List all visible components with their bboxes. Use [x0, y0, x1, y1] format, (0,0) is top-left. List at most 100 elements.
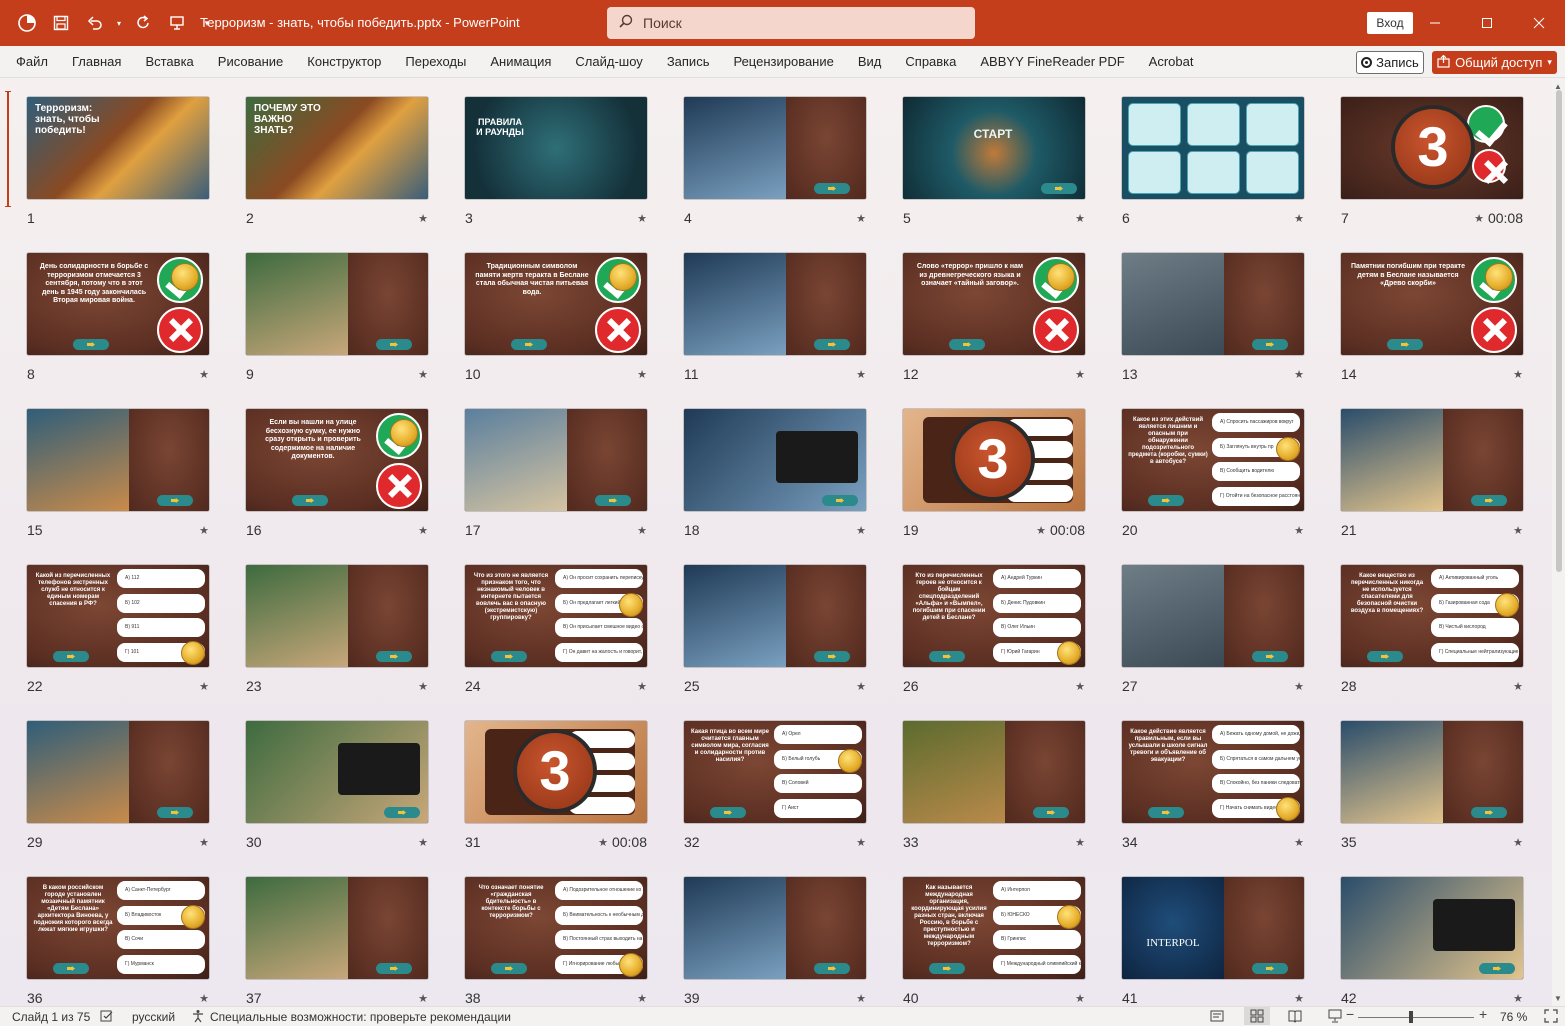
- next-arrow-button[interactable]: [376, 963, 412, 974]
- slide-thumbnail[interactable]: [1341, 409, 1523, 511]
- animation-star-icon[interactable]: ★: [1075, 836, 1085, 849]
- next-arrow-button[interactable]: [1252, 651, 1288, 662]
- scrollbar-thumb[interactable]: [1556, 90, 1562, 572]
- slide-thumbnail[interactable]: День солидарности в борьбе с терроризмом…: [27, 253, 209, 355]
- answer-option[interactable]: Г) Специальные нейтрализующие растворы: [1431, 642, 1519, 662]
- next-arrow-button[interactable]: [53, 651, 89, 662]
- slide-item[interactable]: 25 ★: [684, 565, 866, 694]
- slide-thumbnail[interactable]: Какой из перечисленных телефонов экстрен…: [27, 565, 209, 667]
- slide-thumbnail[interactable]: 3: [465, 721, 647, 823]
- answer-option[interactable]: А) 112: [117, 569, 205, 588]
- tab-12[interactable]: ABBYY FineReader PDF: [968, 46, 1136, 78]
- answer-option[interactable]: Г) Мурманск: [117, 954, 205, 974]
- next-arrow-button[interactable]: [1148, 807, 1184, 818]
- animation-star-icon[interactable]: ★: [418, 212, 428, 225]
- animation-star-icon[interactable]: ★: [856, 680, 866, 693]
- slide-thumbnail[interactable]: [246, 253, 428, 355]
- slide-item[interactable]: Какое вещество из перечисленных никогда …: [1341, 565, 1523, 694]
- zoom-slider-thumb[interactable]: [1409, 1011, 1413, 1023]
- slide-item[interactable]: 42 ★: [1341, 877, 1523, 1006]
- slide-thumbnail[interactable]: Традиционным символом памяти жертв терак…: [465, 253, 647, 355]
- next-arrow-button[interactable]: [157, 807, 193, 818]
- animation-star-icon[interactable]: ★: [1513, 992, 1523, 1005]
- slide-item[interactable]: 35 ★: [1341, 721, 1523, 850]
- animation-star-icon[interactable]: ★: [856, 368, 866, 381]
- false-button[interactable]: [1471, 307, 1517, 353]
- next-arrow-button[interactable]: [491, 963, 527, 974]
- slide-item[interactable]: Если вы нашли на улице бесхозную сумку, …: [246, 409, 428, 538]
- slide-item[interactable]: 3 19 ★ 00:08: [903, 409, 1085, 538]
- slide-sorter-view-icon[interactable]: [1250, 1009, 1264, 1026]
- slide-thumbnail[interactable]: [246, 721, 428, 823]
- tab-8[interactable]: Запись: [655, 46, 722, 78]
- slide-item[interactable]: 3 31 ★ 00:08: [465, 721, 647, 850]
- answer-option[interactable]: В) 911: [117, 618, 205, 637]
- slide-item[interactable]: ПРАВИЛА И РАУНДЫ 3 ★: [465, 97, 647, 226]
- slide-item[interactable]: 18 ★: [684, 409, 866, 538]
- slide-thumbnail[interactable]: ПОЧЕМУ ЭТО ВАЖНО ЗНАТЬ?: [246, 97, 428, 199]
- answer-option[interactable]: А) Интерпол: [993, 881, 1081, 900]
- slide-thumbnail[interactable]: Что из этого не является признаком того,…: [465, 565, 647, 667]
- slide-item[interactable]: День солидарности в борьбе с терроризмом…: [27, 253, 209, 382]
- answer-option[interactable]: В) Сообщить водителю: [1212, 462, 1300, 481]
- slide-thumbnail[interactable]: 3: [1341, 97, 1523, 199]
- slide-thumbnail[interactable]: [1341, 877, 1523, 979]
- share-button[interactable]: Общий доступ ▾: [1432, 51, 1557, 74]
- answer-option[interactable]: А) Спросить пассажиров вокруг: [1212, 413, 1300, 432]
- next-arrow-button[interactable]: [376, 651, 412, 662]
- slide-item[interactable]: 11 ★: [684, 253, 866, 382]
- next-arrow-button[interactable]: [1252, 963, 1288, 974]
- animation-star-icon[interactable]: ★: [199, 524, 209, 537]
- close-icon[interactable]: [1513, 0, 1565, 46]
- slide-item[interactable]: INTERPOL 41 ★: [1122, 877, 1304, 1006]
- home-button[interactable]: [1479, 963, 1515, 974]
- answer-option[interactable]: А) Он просит сохранить переписку в тайне…: [555, 569, 643, 588]
- language-label[interactable]: русский: [132, 1010, 175, 1024]
- animation-star-icon[interactable]: ★: [1075, 368, 1085, 381]
- signin-button[interactable]: Вход: [1367, 12, 1413, 34]
- slide-item[interactable]: 9 ★: [246, 253, 428, 382]
- animation-star-icon[interactable]: ★: [637, 212, 647, 225]
- animation-star-icon[interactable]: ★: [1513, 680, 1523, 693]
- slide-thumbnail[interactable]: [27, 409, 209, 511]
- fit-to-window-icon[interactable]: [1544, 1009, 1558, 1026]
- zoom-out-icon[interactable]: −: [1346, 1006, 1354, 1022]
- animation-star-icon[interactable]: ★: [1294, 524, 1304, 537]
- slide-thumbnail[interactable]: Кто из перечисленных героев не относится…: [903, 565, 1085, 667]
- notes-icon[interactable]: [1210, 1009, 1224, 1026]
- slide-thumbnail[interactable]: [1122, 97, 1304, 199]
- animation-star-icon[interactable]: ★: [1294, 212, 1304, 225]
- accessibility-icon[interactable]: [191, 1009, 205, 1026]
- false-button[interactable]: [376, 463, 422, 509]
- next-arrow-button[interactable]: [1252, 339, 1288, 350]
- slide-item[interactable]: Слово «террор» пришло к нам из древнегре…: [903, 253, 1085, 382]
- slide-thumbnail[interactable]: [246, 877, 428, 979]
- slide-item[interactable]: 39 ★: [684, 877, 866, 1006]
- answer-option[interactable]: В) Сочи: [117, 930, 205, 949]
- answer-option[interactable]: А) Орел: [774, 725, 862, 744]
- animation-star-icon[interactable]: ★: [199, 368, 209, 381]
- slide-item[interactable]: Как называется международная организация…: [903, 877, 1085, 1006]
- answer-option[interactable]: В) Олег Ильин: [993, 618, 1081, 637]
- next-arrow-button[interactable]: [1471, 807, 1507, 818]
- answer-option[interactable]: А) Подозрительное отношение ко всем свои…: [555, 881, 643, 900]
- answer-option[interactable]: Г) Он давит на жалость и говорит, что ми…: [555, 642, 643, 662]
- search-box[interactable]: Поиск: [607, 7, 975, 39]
- slide-item[interactable]: 15 ★: [27, 409, 209, 538]
- slide-thumbnail[interactable]: Как называется международная организация…: [903, 877, 1085, 979]
- tab-11[interactable]: Справка: [893, 46, 968, 78]
- undo-icon[interactable]: [78, 0, 112, 46]
- animation-star-icon[interactable]: ★: [199, 836, 209, 849]
- animation-star-icon[interactable]: ★: [1075, 992, 1085, 1005]
- slide-item[interactable]: Какая птица во всем мире считается главн…: [684, 721, 866, 850]
- answer-option[interactable]: Б) Внимательность к необычным деталям во…: [555, 905, 643, 925]
- slide-item[interactable]: 29 ★: [27, 721, 209, 850]
- slide-item[interactable]: Традиционным символом памяти жертв терак…: [465, 253, 647, 382]
- animation-star-icon[interactable]: ★: [856, 212, 866, 225]
- slide-thumbnail[interactable]: [27, 721, 209, 823]
- tab-7[interactable]: Слайд-шоу: [563, 46, 654, 78]
- slide-thumbnail[interactable]: В каком российском городе установлен моз…: [27, 877, 209, 979]
- slide-thumbnail[interactable]: Какая птица во всем мире считается главн…: [684, 721, 866, 823]
- answer-option[interactable]: В) Спокойно, без паники следовать за учи…: [1212, 774, 1300, 793]
- tab-1[interactable]: Главная: [60, 46, 133, 78]
